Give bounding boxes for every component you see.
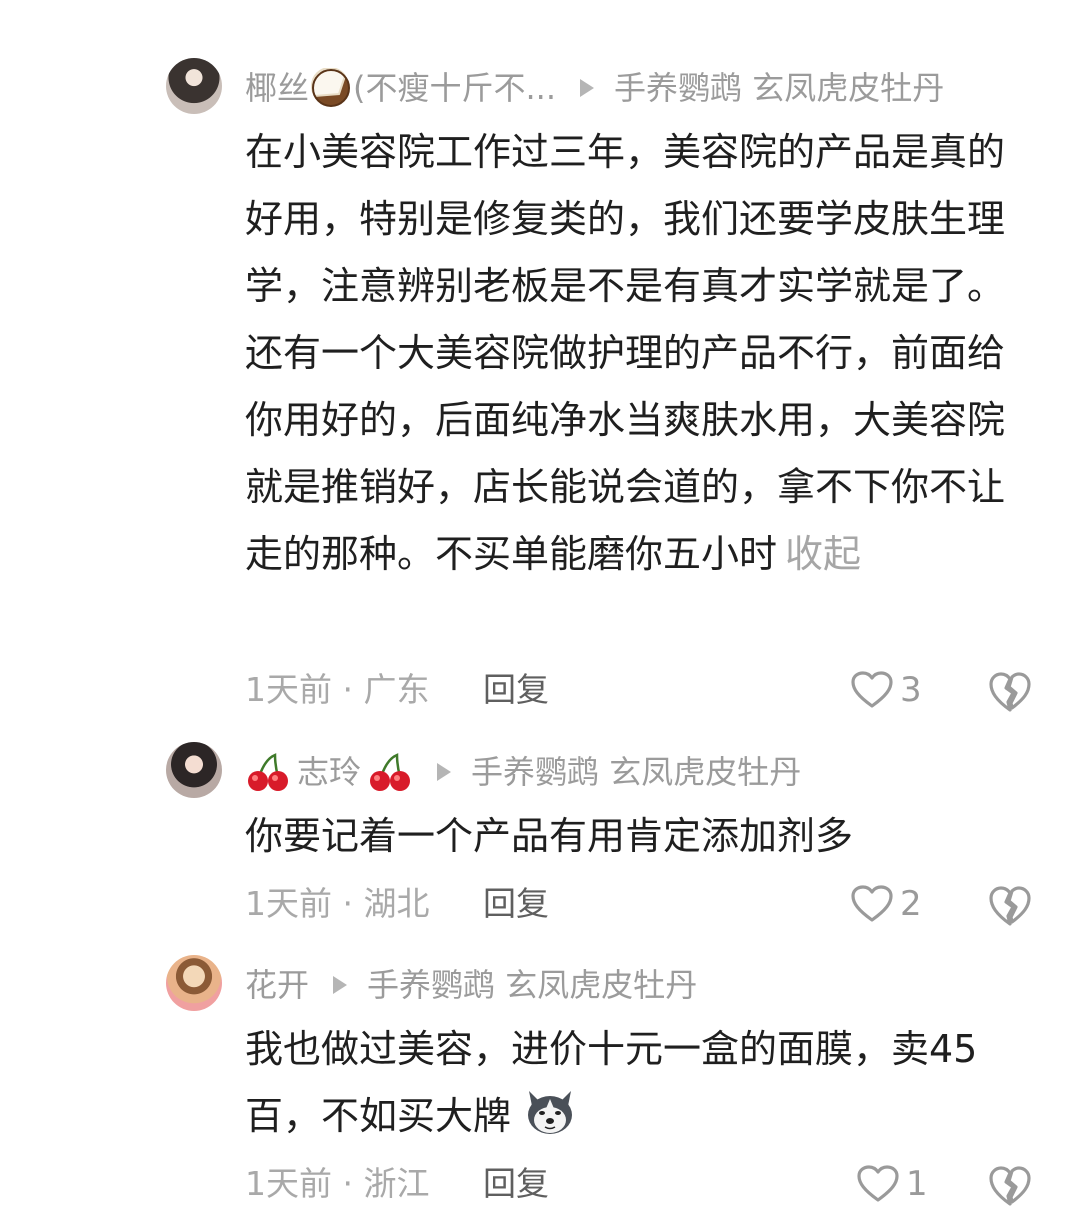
broken-heart-icon[interactable] [988,670,1032,714]
broken-heart-icon[interactable] [988,1164,1032,1208]
username[interactable]: 志玲 [297,752,361,792]
collapse-button[interactable]: 收起 [785,532,861,576]
husky-dog-icon [528,1091,573,1134]
comment-meta: 1天前 · 浙江 回复 [245,1162,549,1206]
username[interactable]: 花开 [245,965,309,1005]
reply-arrow-icon [580,79,595,97]
comment-content: 你要记着一个产品有用肯定添加剂多 [245,814,854,858]
cherry-icon [248,753,288,791]
comment-meta: 1天前 · 湖北 回复 [245,882,549,926]
comment-header: 花开 手养鹦鹉 玄凤虎皮牡丹 [245,965,697,1005]
timestamp-location: 1天前 · 浙江 [245,1164,430,1203]
comment-text: 我也做过美容，进价十元一盒的面膜，卖45百，不如买大牌 [245,1016,1035,1150]
cherry-icon [370,753,411,791]
timestamp-location: 1天前 · 湖北 [245,884,430,923]
heart-icon [851,671,893,708]
comment-header: 椰丝 (不瘦十斤不... 手养鹦鹉 玄凤虎皮牡丹 [245,68,944,108]
reply-button[interactable]: 回复 [483,668,549,712]
avatar[interactable] [166,955,222,1011]
comment-header: 志玲 手养鹦鹉 玄凤虎皮牡丹 [245,752,801,792]
reply-target[interactable]: 手养鹦鹉 玄凤虎皮牡丹 [471,752,801,792]
broken-heart-icon[interactable] [988,884,1032,928]
reply-target[interactable]: 手养鹦鹉 玄凤虎皮牡丹 [614,68,944,108]
like-count: 1 [906,1164,928,1204]
comment-text: 你要记着一个产品有用肯定添加剂多 [245,803,1035,870]
like-count: 2 [900,884,922,924]
coconut-icon [310,68,351,107]
heart-icon [857,1165,899,1202]
reply-arrow-icon [333,976,348,994]
avatar[interactable] [166,58,222,114]
like-button[interactable]: 3 [850,668,922,712]
like-button[interactable]: 2 [850,882,922,926]
heart-icon [851,885,893,922]
reply-target[interactable]: 手养鹦鹉 玄凤虎皮牡丹 [367,965,697,1005]
timestamp-location: 1天前 · 广东 [245,670,430,709]
reply-arrow-icon [437,763,452,781]
avatar[interactable] [166,742,222,798]
username[interactable]: 椰丝 [245,68,309,108]
comment-content: 在小美容院工作过三年，美容院的产品是真的好用，特别是修复类的，我们还要学皮肤生理… [245,130,1006,576]
username-suffix: (不瘦十斤不... [353,69,557,107]
like-count: 3 [900,670,922,710]
like-button[interactable]: 1 [856,1162,928,1206]
reply-button[interactable]: 回复 [483,882,549,926]
comment-meta: 1天前 · 广东 回复 [245,668,549,712]
reply-button[interactable]: 回复 [483,1162,549,1206]
comment-content: 我也做过美容，进价十元一盒的面膜，卖45百，不如买大牌 [245,1027,978,1138]
comment-text: 在小美容院工作过三年，美容院的产品是真的好用，特别是修复类的，我们还要学皮肤生理… [245,119,1035,588]
